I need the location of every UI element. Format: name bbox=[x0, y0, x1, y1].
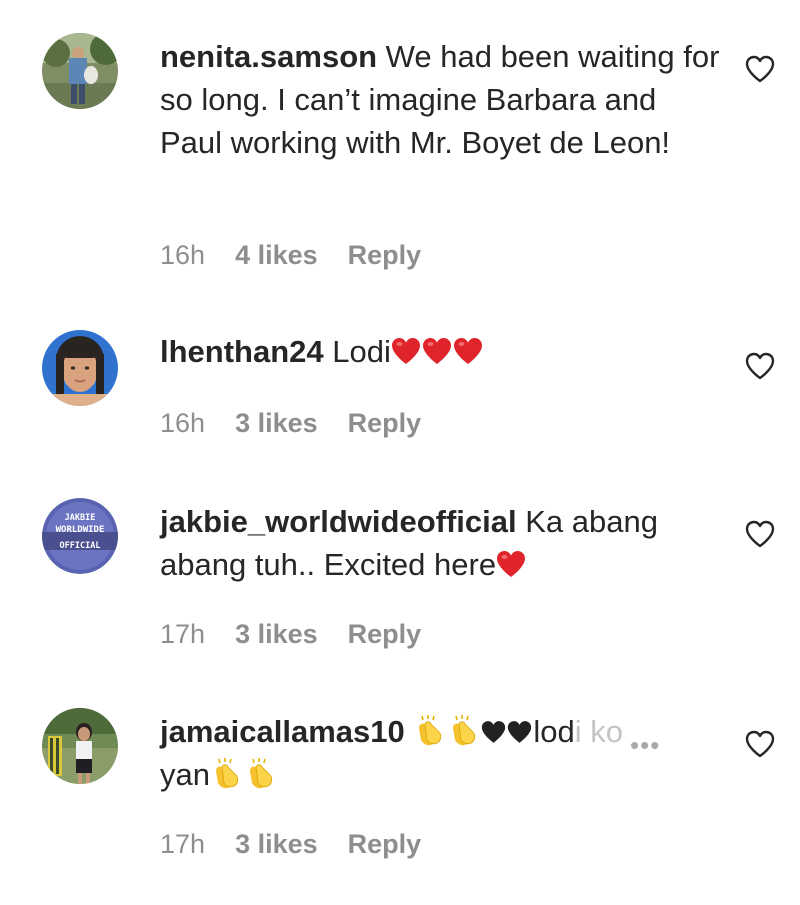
red-heart-emoji bbox=[496, 546, 526, 577]
comment-username[interactable]: jamaicallamas10 bbox=[160, 714, 405, 749]
comment-message: lod bbox=[533, 714, 575, 749]
comment-time[interactable]: 16h bbox=[160, 240, 205, 271]
comment-meta: 16h 3 likes Reply bbox=[160, 408, 421, 439]
heart-outline-icon[interactable] bbox=[745, 730, 775, 758]
comment-message-line2: yan bbox=[160, 757, 210, 792]
red-heart-emoji bbox=[391, 333, 421, 364]
comment-username[interactable]: nenita.samson bbox=[160, 39, 377, 74]
clapping-hands-emoji bbox=[244, 757, 278, 791]
avatar[interactable] bbox=[42, 708, 118, 784]
clapping-hands-emoji bbox=[447, 714, 481, 748]
comment-text: jakbie_worldwideofficial Ka abang abang … bbox=[160, 500, 720, 586]
avatar[interactable] bbox=[42, 33, 118, 109]
avatar-text: JAKBIE bbox=[65, 513, 96, 523]
clapping-hands-emoji bbox=[413, 714, 447, 748]
reply-button[interactable]: Reply bbox=[348, 619, 422, 650]
comment-message: Lodi bbox=[323, 334, 391, 369]
comment-text: lhenthan24 Lodi bbox=[160, 330, 720, 373]
comment-likes[interactable]: 4 likes bbox=[235, 240, 318, 271]
comment-meta: 17h 3 likes Reply bbox=[160, 619, 421, 650]
avatar-text: WORLDWIDE bbox=[56, 525, 105, 535]
red-heart-emoji bbox=[422, 333, 452, 364]
comment-time[interactable]: 17h bbox=[160, 829, 205, 860]
heart-outline-icon[interactable] bbox=[745, 352, 775, 380]
reply-button[interactable]: Reply bbox=[348, 829, 422, 860]
reply-button[interactable]: Reply bbox=[348, 240, 422, 271]
red-heart-emoji bbox=[453, 333, 483, 364]
comment-meta: 16h 4 likes Reply bbox=[160, 240, 421, 271]
comment-username[interactable]: lhenthan24 bbox=[160, 334, 324, 369]
comment-meta: 17h 3 likes Reply bbox=[160, 829, 421, 860]
comment-username[interactable]: jakbie_worldwideofficial bbox=[160, 504, 517, 539]
comment-likes[interactable]: 3 likes bbox=[235, 619, 318, 650]
heart-outline-icon[interactable] bbox=[745, 520, 775, 548]
avatar[interactable] bbox=[42, 330, 118, 406]
black-heart-emoji bbox=[481, 712, 506, 743]
comment-likes[interactable]: 3 likes bbox=[235, 408, 318, 439]
avatar-text: OFFICIAL bbox=[60, 541, 101, 551]
comment-likes[interactable]: 3 likes bbox=[235, 829, 318, 860]
comment-message-truncated: i ko bbox=[574, 714, 623, 749]
avatar[interactable]: JAKBIE WORLDWIDE OFFICIAL bbox=[42, 498, 118, 574]
heart-outline-icon[interactable] bbox=[745, 55, 775, 83]
comment-time[interactable]: 16h bbox=[160, 408, 205, 439]
comment-time[interactable]: 17h bbox=[160, 619, 205, 650]
more-options-icon[interactable]: ••• bbox=[630, 730, 660, 761]
black-heart-emoji bbox=[507, 712, 532, 743]
reply-button[interactable]: Reply bbox=[348, 408, 422, 439]
comment-text: nenita.samson We had been waiting for so… bbox=[160, 35, 720, 164]
clapping-hands-emoji bbox=[210, 757, 244, 791]
